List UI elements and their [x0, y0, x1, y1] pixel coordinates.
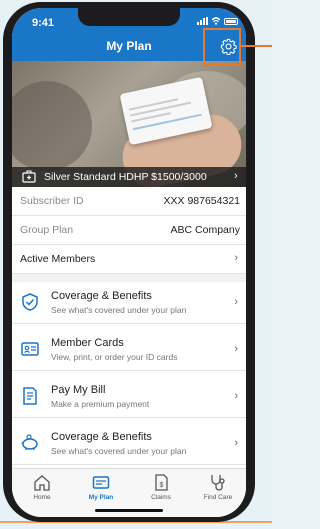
bill-icon	[23, 387, 37, 405]
chevron-right-icon: ›	[234, 170, 238, 182]
menu-item-subtitle: See what's covered under your plan	[51, 305, 187, 315]
nav-label: Claims	[151, 494, 171, 501]
chevron-right-icon: ›	[234, 390, 238, 402]
menu-item-subtitle: View, print, or order your ID cards	[51, 352, 178, 362]
medical-briefcase-icon	[22, 170, 36, 183]
subscriber-id-value: XXX 987654321	[163, 195, 240, 207]
menu-item-subtitle: See what's covered under your plan	[51, 446, 187, 456]
chevron-right-icon: ›	[234, 437, 238, 449]
notch	[78, 8, 180, 26]
nav-item-my-plan[interactable]: My Plan	[77, 474, 125, 501]
nav-item-find-care[interactable]: Find Care	[194, 474, 242, 501]
nav-label: My Plan	[88, 494, 114, 501]
shield-check-icon	[22, 293, 38, 311]
plan-name: Silver Standard HDHP $1500/3000	[44, 171, 207, 183]
subscriber-id-label: Subscriber ID	[20, 195, 84, 207]
nav-item-claims[interactable]: $ Claims	[137, 474, 185, 501]
chevron-right-icon: ›	[234, 343, 238, 355]
active-members-row[interactable]: Active Members ›	[12, 245, 246, 274]
svg-text:$: $	[160, 482, 164, 489]
nav-label: Home	[33, 494, 51, 501]
group-plan-value: ABC Company	[170, 224, 240, 236]
bottom-nav: Home My Plan $ Claims Find Care	[12, 468, 246, 517]
home-icon	[34, 475, 50, 491]
status-time: 9:41	[32, 17, 55, 29]
chevron-right-icon: ›	[234, 296, 238, 308]
group-plan-row: Group Plan ABC Company	[12, 216, 246, 245]
menu-item-title: Coverage & Benefits	[51, 431, 152, 443]
menu-item-title: Pay My Bill	[51, 384, 106, 396]
claims-icon: $	[155, 474, 168, 491]
plan-selector[interactable]: Silver Standard HDHP $1500/3000 ›	[12, 167, 246, 187]
phone-frame: 9:41 My Plan Silver Standard HDHP $1500/…	[3, 2, 255, 522]
menu-item-coverage-benefits-2[interactable]: Coverage & Benefits See what's covered u…	[12, 423, 246, 465]
menu-item-pay-my-bill[interactable]: Pay My Bill Make a premium payment ›	[12, 376, 246, 418]
wifi-icon	[211, 17, 221, 25]
settings-callout-box	[203, 28, 241, 66]
menu-item-member-cards[interactable]: Member Cards View, print, or order your …	[12, 329, 246, 371]
nav-item-home[interactable]: Home	[18, 474, 66, 501]
chevron-right-icon: ›	[234, 252, 238, 264]
menu-item-title: Coverage & Benefits	[51, 290, 152, 302]
menu-item-subtitle: Make a premium payment	[51, 399, 150, 409]
piggy-bank-icon	[21, 434, 38, 450]
settings-callout-line	[241, 45, 272, 47]
app-screen: 9:41 My Plan Silver Standard HDHP $1500/…	[12, 8, 246, 517]
menu-item-title: Member Cards	[51, 337, 124, 349]
section-divider	[12, 274, 246, 282]
id-card-icon	[92, 476, 110, 489]
subscriber-id-row: Subscriber ID XXX 987654321	[12, 187, 246, 216]
group-plan-label: Group Plan	[20, 224, 74, 236]
battery-icon	[224, 17, 238, 25]
status-icons	[197, 17, 238, 25]
active-members-label: Active Members	[20, 253, 96, 265]
id-card-icon	[21, 342, 39, 356]
menu-item-coverage-benefits[interactable]: Coverage & Benefits See what's covered u…	[12, 282, 246, 324]
signal-icon	[197, 17, 208, 25]
home-indicator	[95, 509, 163, 512]
stethoscope-icon	[211, 475, 225, 491]
nav-label: Find Care	[203, 494, 233, 501]
